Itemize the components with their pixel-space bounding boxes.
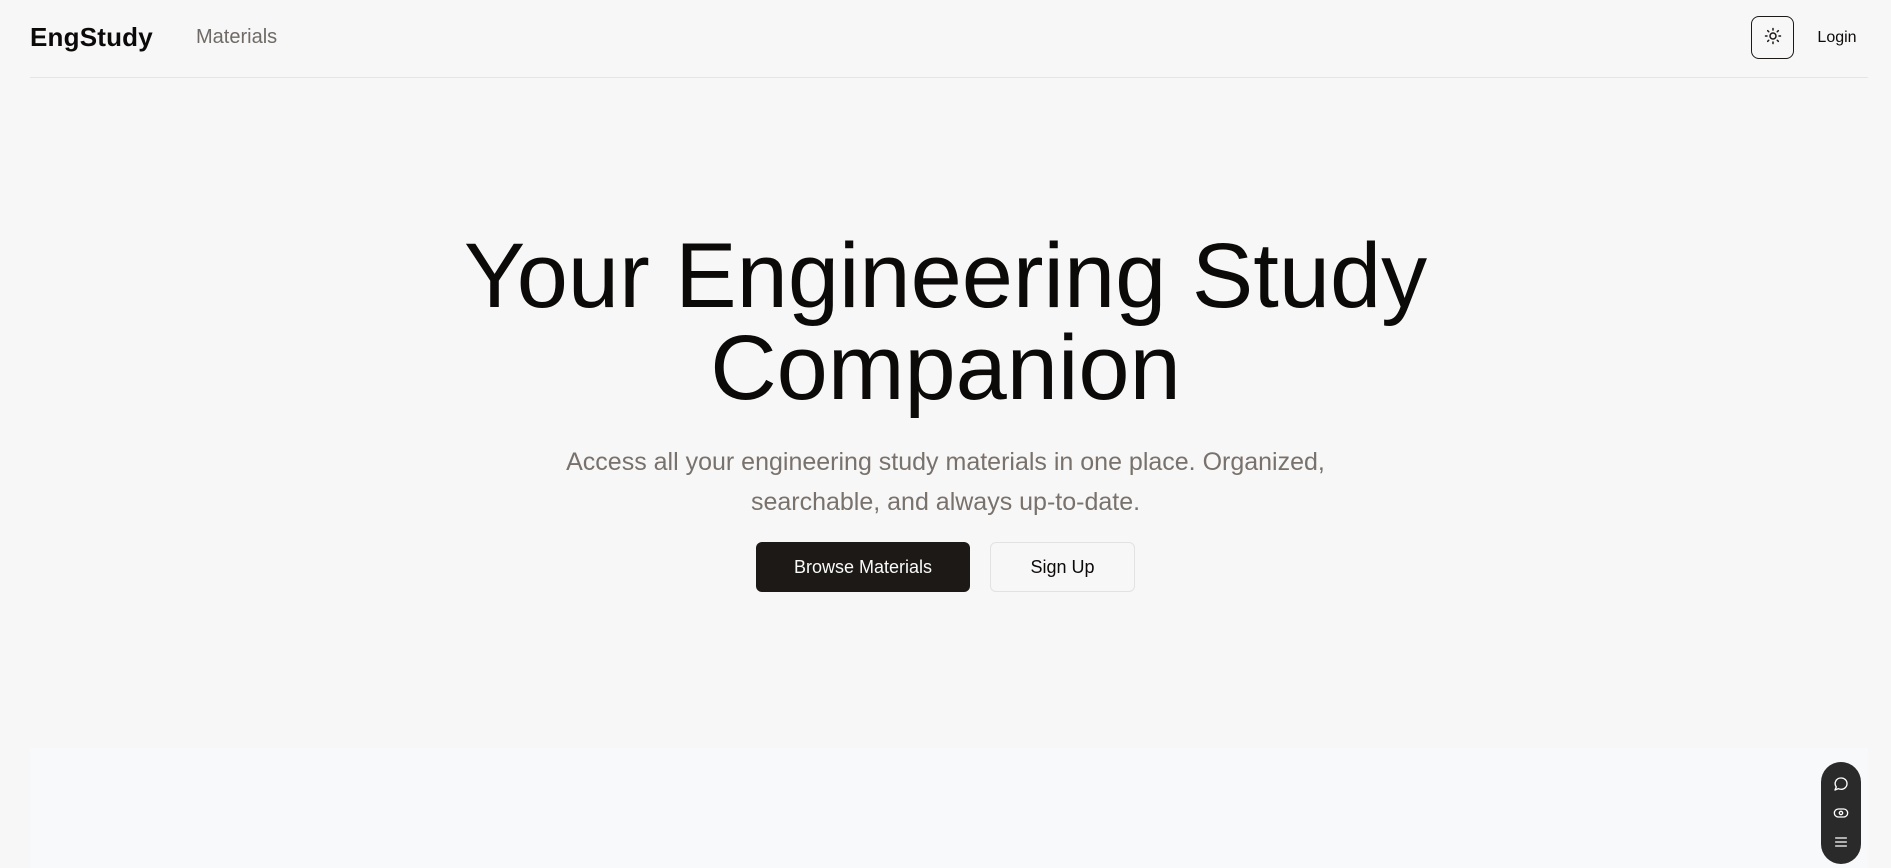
hero-title: Your Engineering Study Companion — [0, 230, 1891, 414]
floating-toolbar — [1821, 762, 1861, 864]
menu-icon[interactable] — [1829, 830, 1853, 854]
hero-subtitle-line-2: searchable, and always up-to-date. — [750, 488, 1141, 516]
site-header: EngStudy Materials Login — [30, 0, 1868, 78]
theme-toggle-button[interactable] — [1751, 16, 1794, 59]
chat-icon[interactable] — [1829, 772, 1853, 796]
hero-title-line-1: Your Engineering Study — [463, 225, 1428, 327]
browse-materials-button[interactable]: Browse Materials — [756, 542, 970, 592]
hero-subtitle: Access all your engineering study materi… — [556, 442, 1336, 522]
login-button[interactable]: Login — [1808, 16, 1866, 59]
nav-link-materials[interactable]: Materials — [196, 26, 277, 49]
hero-title-line-2: Companion — [710, 317, 1181, 419]
sun-icon — [1764, 27, 1782, 48]
eye-icon[interactable] — [1829, 801, 1853, 825]
brand-logo[interactable]: EngStudy — [30, 22, 153, 53]
hero-section: Your Engineering Study Companion Access … — [0, 230, 1891, 592]
sign-up-button[interactable]: Sign Up — [990, 542, 1135, 592]
hero-subtitle-line-1: Access all your engineering study materi… — [566, 448, 1325, 476]
content-section — [30, 748, 1868, 868]
hero-actions: Browse Materials Sign Up — [0, 542, 1891, 592]
